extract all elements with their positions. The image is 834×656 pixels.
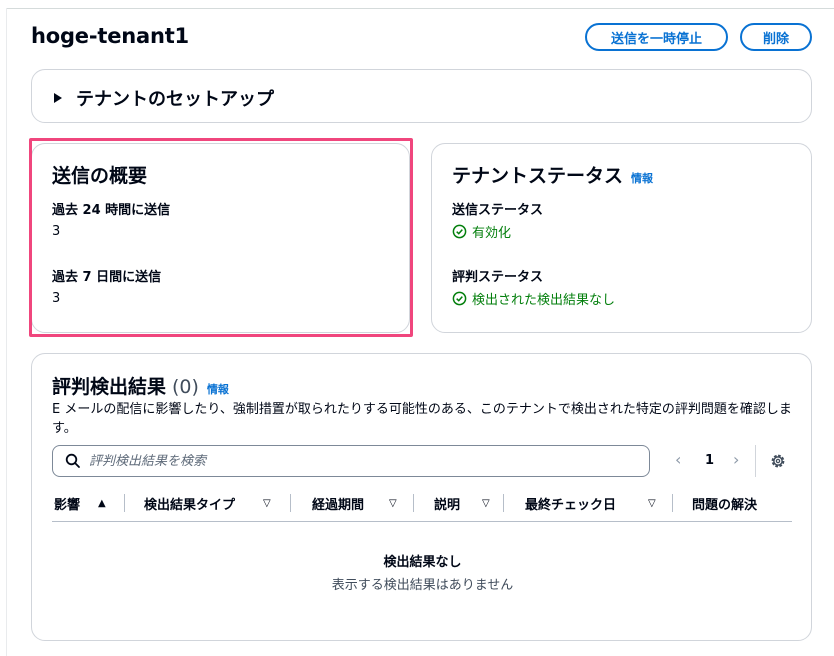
check-circle-icon bbox=[452, 291, 467, 306]
sending-summary-title: 送信の概要 bbox=[52, 165, 148, 187]
table-header: 影響 ▲ 検出結果タイプ ▽ 経過期間 ▽ 説明 ▽ 最終チェック日 ▽ 問題の… bbox=[52, 492, 792, 522]
column-resolution[interactable]: 問題の解決 bbox=[692, 494, 758, 513]
column-divider bbox=[124, 494, 125, 512]
search-icon bbox=[65, 453, 80, 468]
column-divider bbox=[503, 494, 504, 512]
column-description-label: 説明 bbox=[434, 497, 461, 513]
check-circle-icon bbox=[452, 224, 467, 239]
reputation-findings-heading: 評判検出結果 (0) 情報 bbox=[52, 372, 229, 399]
search-box[interactable] bbox=[52, 445, 650, 477]
pager-divider bbox=[755, 445, 756, 477]
tenant-status-title: テナントステータス bbox=[452, 165, 624, 187]
reputation-status-text: 検出された検出結果なし bbox=[472, 293, 616, 308]
sort-ascending-icon: ▲ bbox=[98, 497, 106, 509]
tenant-status-card: テナントステータス 情報 送信ステータス 有効化 評判ステータス 検出された検出… bbox=[431, 143, 812, 333]
column-divider bbox=[413, 494, 414, 512]
tenant-setup-header[interactable]: テナントのセットアップ bbox=[54, 85, 274, 111]
sending-status-text: 有効化 bbox=[472, 226, 512, 241]
gear-icon[interactable] bbox=[769, 452, 787, 470]
sent-24h-label: 過去 24 時間に送信 bbox=[52, 203, 171, 218]
tenant-setup-label: テナントのセットアップ bbox=[76, 89, 274, 110]
previous-page-icon[interactable]: ‹ bbox=[675, 450, 681, 469]
empty-state-subtitle: 表示する検出結果はありません bbox=[331, 578, 514, 593]
column-impact[interactable]: 影響 ▲ bbox=[54, 494, 106, 513]
column-finding-type[interactable]: 検出結果タイプ ▽ bbox=[144, 494, 271, 513]
page-title: hoge-tenant1 bbox=[31, 24, 189, 48]
search-input[interactable] bbox=[89, 453, 629, 469]
reputation-findings-count: (0) bbox=[172, 376, 199, 398]
sort-icon: ▽ bbox=[648, 497, 656, 509]
column-finding-type-label: 検出結果タイプ bbox=[144, 497, 236, 513]
sending-summary-card: 送信の概要 過去 24 時間に送信 3 過去 7 日間に送信 3 bbox=[31, 143, 410, 333]
sending-status-label: 送信ステータス bbox=[452, 203, 544, 218]
column-impact-label: 影響 bbox=[54, 497, 81, 513]
top-divider bbox=[6, 8, 834, 9]
tenant-status-info-link[interactable]: 情報 bbox=[631, 170, 653, 186]
empty-state-title: 検出結果なし bbox=[383, 555, 462, 570]
sent-7d-label: 過去 7 日間に送信 bbox=[52, 270, 162, 285]
tenant-setup-expander[interactable]: テナントのセットアップ bbox=[31, 69, 812, 123]
column-elapsed-label: 経過期間 bbox=[312, 497, 365, 513]
sending-status-value: 有効化 bbox=[452, 222, 511, 241]
reputation-findings-info-link[interactable]: 情報 bbox=[207, 381, 229, 397]
pause-sending-button[interactable]: 送信を一時停止 bbox=[585, 23, 728, 51]
column-divider bbox=[290, 494, 291, 512]
reputation-findings-card: 評判検出結果 (0) 情報 E メールの配信に影響したり、強制措置が取られたりす… bbox=[31, 353, 812, 641]
sent-24h-value: 3 bbox=[52, 224, 61, 239]
tenant-status-heading: テナントステータス 情報 bbox=[452, 161, 653, 188]
reputation-findings-description: E メールの配信に影響したり、強制措置が取られたりする可能性のある、このテナント… bbox=[52, 402, 792, 436]
next-page-icon[interactable]: › bbox=[733, 450, 739, 469]
caret-right-icon bbox=[54, 93, 62, 103]
page-number[interactable]: 1 bbox=[705, 453, 714, 468]
sent-7d-value: 3 bbox=[52, 291, 61, 306]
delete-button[interactable]: 削除 bbox=[740, 23, 812, 51]
left-divider bbox=[6, 8, 7, 656]
sort-icon: ▽ bbox=[389, 497, 397, 509]
reputation-status-value: 検出された検出結果なし bbox=[452, 289, 615, 308]
reputation-status-label: 評判ステータス bbox=[452, 270, 544, 285]
sort-icon: ▽ bbox=[482, 497, 490, 509]
column-description[interactable]: 説明 ▽ bbox=[434, 494, 490, 513]
column-divider bbox=[672, 494, 673, 512]
reputation-findings-title: 評判検出結果 bbox=[52, 376, 167, 398]
column-last-checked[interactable]: 最終チェック日 ▽ bbox=[525, 494, 656, 513]
sort-icon: ▽ bbox=[263, 497, 271, 509]
column-last-checked-label: 最終チェック日 bbox=[525, 497, 617, 513]
column-resolution-label: 問題の解決 bbox=[692, 497, 758, 513]
column-elapsed[interactable]: 経過期間 ▽ bbox=[312, 494, 397, 513]
